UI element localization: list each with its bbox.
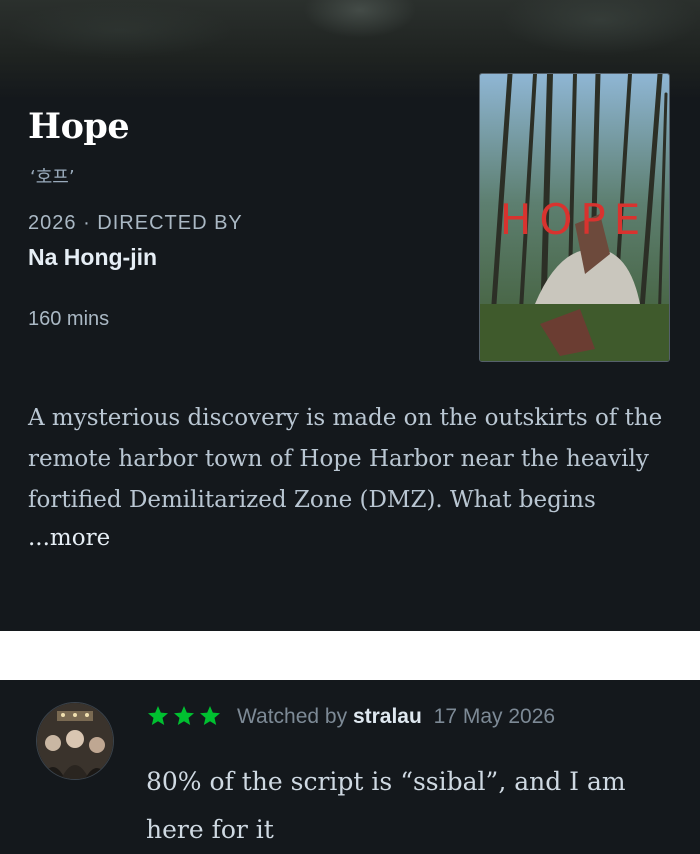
director-link[interactable]: Na Hong-jin bbox=[28, 244, 157, 271]
review-date[interactable]: 17 May 2026 bbox=[434, 705, 555, 728]
star-rating bbox=[146, 704, 222, 735]
watched-by-label: Watched by bbox=[237, 705, 348, 728]
star-icon bbox=[200, 706, 220, 725]
film-title: Hope bbox=[28, 106, 130, 147]
more-link[interactable]: ...more bbox=[28, 525, 110, 551]
directed-by-label: · DIRECTED BY bbox=[83, 212, 243, 234]
release-year[interactable]: 2026 bbox=[28, 212, 77, 234]
poster-title-text: HOPE bbox=[500, 195, 649, 244]
watched-line: Watched by stralau 17 May 2026 bbox=[237, 705, 555, 729]
synopsis: A mysterious discovery is made on the ou… bbox=[28, 405, 663, 513]
film-header: Hope ‘호프’ 2026 · DIRECTED BY Na Hong-jin… bbox=[0, 0, 700, 631]
star-icon bbox=[174, 706, 194, 725]
original-title: ‘호프’ bbox=[30, 167, 75, 188]
film-poster[interactable]: HOPE bbox=[479, 73, 670, 362]
review-text[interactable]: 80% of the script is “ssibal”, and I am … bbox=[146, 758, 676, 854]
star-icon bbox=[148, 706, 168, 725]
year-director-line: 2026 · DIRECTED BY bbox=[28, 212, 243, 235]
reviewer-avatar[interactable] bbox=[36, 702, 114, 780]
review-card: Watched by stralau 17 May 2026 80% of th… bbox=[0, 680, 700, 854]
reviewer-username[interactable]: stralau bbox=[353, 705, 422, 728]
runtime: 160 mins bbox=[28, 308, 110, 330]
